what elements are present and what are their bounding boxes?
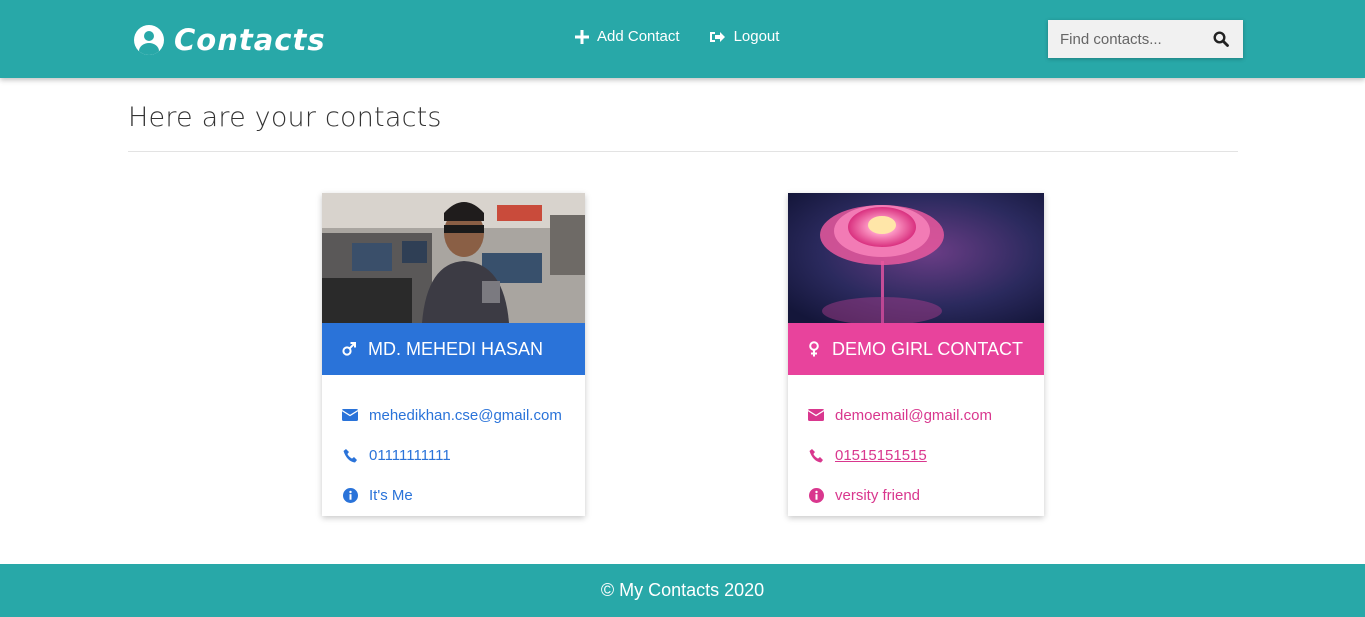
contact-name-header: MD. MEHEDI HASAN [322, 323, 585, 375]
contact-note-row: versity friend [808, 475, 1024, 515]
contact-email-row: mehedikhan.cse@gmail.com [342, 395, 565, 435]
contact-phone[interactable]: 01515151515 [835, 447, 927, 464]
female-icon [809, 341, 819, 357]
add-contact-link[interactable]: Add Contact [575, 28, 680, 45]
contact-email-row: demoemail@gmail.com [808, 395, 1024, 435]
footer: © My Contacts 2020 [0, 564, 1365, 617]
logout-label: Logout [733, 28, 780, 45]
search-box [1048, 20, 1243, 58]
contact-name: MD. MEHEDI HASAN [368, 338, 544, 359]
phone-icon [809, 448, 823, 462]
search-input[interactable] [1048, 20, 1198, 58]
contact-details: demoemail@gmail.com 01515151515 versity … [788, 375, 1044, 516]
sign-out-icon [709, 31, 725, 42]
navbar: Contacts Add Contact Logout [0, 0, 1365, 78]
contact-phone-row: 01515151515 [808, 435, 1024, 475]
search-icon[interactable] [1213, 31, 1229, 47]
divider [128, 151, 1238, 152]
contact-note: versity friend [835, 486, 921, 504]
contact-card: DEMO GIRL CONTACT demoemail@gmail.com 01… [788, 193, 1044, 516]
page-title: Here are your contacts [128, 102, 442, 133]
contact-photo [322, 193, 585, 323]
nav-links: Add Contact Logout [575, 28, 808, 45]
envelope-icon [342, 409, 358, 421]
plus-icon [575, 29, 589, 44]
info-circle-icon [342, 487, 358, 503]
contact-details: mehedikhan.cse@gmail.com 01111111111 It'… [322, 375, 585, 516]
contact-note: It's Me [369, 486, 413, 504]
brand-link[interactable]: Contacts [134, 22, 326, 58]
contact-email[interactable]: mehedikhan.cse@gmail.com [369, 407, 562, 424]
contact-name-header: DEMO GIRL CONTACT [788, 323, 1044, 375]
contact-photo [788, 193, 1044, 323]
add-contact-label: Add Contact [597, 28, 680, 45]
contact-name: DEMO GIRL CONTACT [832, 338, 1024, 359]
phone-icon [343, 448, 357, 462]
footer-copyright: © My Contacts 2020 [600, 580, 765, 600]
contact-email[interactable]: demoemail@gmail.com [835, 407, 992, 424]
male-icon [342, 342, 356, 356]
contact-phone[interactable]: 01111111111 [369, 447, 451, 464]
info-circle-icon [808, 487, 824, 503]
logout-link[interactable]: Logout [709, 28, 780, 45]
contact-note-row: It's Me [342, 475, 565, 515]
envelope-icon [808, 409, 824, 421]
brand-title: Contacts [174, 23, 326, 57]
contact-card: MD. MEHEDI HASAN mehedikhan.cse@gmail.co… [322, 193, 585, 516]
user-circle-icon [134, 25, 164, 55]
contact-phone-row: 01111111111 [342, 435, 565, 475]
